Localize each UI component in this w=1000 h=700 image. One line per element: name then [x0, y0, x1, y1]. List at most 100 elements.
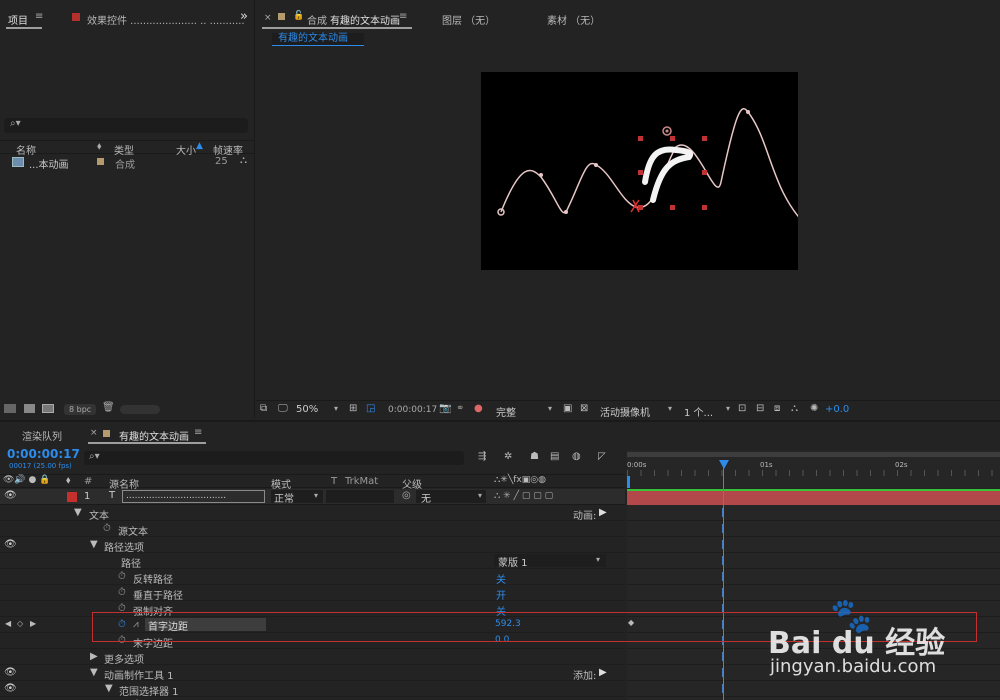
- stopwatch-icon[interactable]: ⏱: [103, 523, 111, 534]
- comp-tab-prefix[interactable]: 合成: [307, 12, 327, 27]
- work-area-bar[interactable]: [627, 452, 1000, 457]
- prev-keyframe-icon[interactable]: ◀: [5, 619, 11, 628]
- add-play-icon[interactable]: ▶: [599, 667, 607, 678]
- views-dropdown-icon[interactable]: ▾: [726, 404, 730, 413]
- comp-tab-menu-icon[interactable]: ≡: [399, 11, 407, 22]
- current-time[interactable]: 0:00:00:17: [7, 447, 80, 461]
- layer-duration-bar[interactable]: [627, 489, 1000, 505]
- transparency-grid-icon[interactable]: ⊠: [580, 403, 588, 414]
- thumbnail-size-slider[interactable]: [120, 405, 160, 414]
- tab-render-queue[interactable]: 渲染队列: [22, 428, 62, 443]
- tab-menu-icon[interactable]: ≡: [194, 427, 202, 438]
- close-tab-icon[interactable]: ×: [90, 428, 98, 438]
- project-search-input[interactable]: [30, 119, 240, 131]
- prop-range-selector-row[interactable]: 👁 ▼ 范围选择器 1: [0, 681, 625, 698]
- perpendicular-value[interactable]: 开: [496, 587, 506, 602]
- playhead-line[interactable]: [723, 464, 724, 700]
- panel-overflow-icon[interactable]: »: [240, 9, 248, 24]
- layer-row[interactable]: 👁 1 T ..................................…: [0, 489, 625, 505]
- project-search-box[interactable]: ⌕▾: [4, 118, 248, 133]
- add-keyframe-icon[interactable]: ◇: [17, 619, 23, 628]
- frame-blending-icon[interactable]: ▤: [550, 451, 559, 462]
- tab-effect-controls[interactable]: 效果控件 ..................... .. ..........…: [87, 12, 245, 27]
- draft-3d-icon[interactable]: ✲: [504, 451, 512, 462]
- snapshot-icon[interactable]: 📷: [439, 403, 451, 414]
- time-ruler[interactable]: 0:00s 01s 02s: [627, 450, 1000, 488]
- comp-mini-flowchart-icon[interactable]: ⇶: [478, 451, 486, 462]
- pickwhip-icon[interactable]: ◎: [402, 490, 411, 501]
- stopwatch-icon[interactable]: ⏱: [118, 571, 126, 582]
- prop-animator-row[interactable]: 👁 ▼ 动画制作工具 1 添加: ▶: [0, 665, 625, 682]
- motion-blur-icon[interactable]: ◍: [572, 451, 581, 462]
- channel-icon[interactable]: ●: [474, 403, 483, 414]
- tab-menu-icon[interactable]: ≡: [35, 11, 43, 22]
- timeline-toggle-icon[interactable]: ⧈: [774, 403, 780, 414]
- path-select[interactable]: 蒙版 1: [494, 554, 606, 569]
- project-item-row[interactable]: ...本动画 合成 25 ⛬: [0, 155, 255, 171]
- reverse-path-value[interactable]: 关: [496, 571, 506, 586]
- timeline-search-box[interactable]: ⌕▾: [84, 451, 464, 465]
- trash-icon[interactable]: 🗑: [102, 402, 115, 413]
- expand-arrow-icon[interactable]: ▼: [90, 667, 98, 678]
- flowchart-icon[interactable]: ⛬: [240, 155, 247, 166]
- expand-arrow-icon[interactable]: ▼: [74, 507, 82, 518]
- row-visibility-icon[interactable]: 👁: [4, 667, 17, 678]
- fast-preview-icon[interactable]: ⊟: [756, 403, 764, 414]
- playhead-handle[interactable]: [719, 460, 729, 469]
- viewer-timecode[interactable]: 0:00:00:17: [388, 405, 437, 415]
- tab-footage[interactable]: 素材 （无）: [547, 12, 600, 27]
- resolution-dropdown-icon[interactable]: ▾: [548, 404, 552, 413]
- prop-reverse-path-row[interactable]: ⏱ 反转路径 关: [0, 569, 625, 586]
- row-visibility-icon[interactable]: 👁: [4, 539, 17, 550]
- camera-dropdown-icon[interactable]: ▾: [668, 404, 672, 413]
- tab-project[interactable]: 项目: [8, 12, 28, 27]
- expand-arrow-icon[interactable]: ▼: [90, 539, 98, 550]
- collapse-arrow-icon[interactable]: ▶: [90, 651, 98, 662]
- views-select[interactable]: 1 个...: [684, 404, 713, 419]
- tab-layer[interactable]: 图层 （无）: [442, 12, 495, 27]
- bpc-button[interactable]: 8 bpc: [64, 404, 97, 415]
- close-tab-icon[interactable]: ×: [264, 13, 272, 23]
- layer-switch-boxes[interactable]: ⛬ ✳ ╱ ▢ ▢ ▢: [494, 491, 553, 501]
- row-visibility-icon[interactable]: 👁: [4, 683, 17, 694]
- comp-breadcrumb[interactable]: 有趣的文本动画: [272, 33, 364, 46]
- interpret-footage-icon[interactable]: [4, 404, 16, 413]
- reset-exposure-icon[interactable]: ✺: [810, 403, 818, 414]
- prop-path-options-row[interactable]: 👁 ▼ 路径选项: [0, 537, 625, 554]
- layer-label-color[interactable]: [67, 492, 77, 502]
- shy-layers-icon[interactable]: ☗: [530, 451, 539, 462]
- timeline-search-input[interactable]: [108, 452, 448, 464]
- trkmat-select[interactable]: [326, 490, 394, 503]
- resolution-select[interactable]: 完整: [496, 404, 516, 419]
- prop-path-row[interactable]: 路径 蒙版 1 ▾: [0, 553, 625, 570]
- mode-dropdown-icon[interactable]: ▾: [314, 491, 318, 500]
- layer-name-field[interactable]: ...................................: [122, 490, 265, 503]
- in-point-marker[interactable]: [627, 476, 630, 488]
- grid-icon[interactable]: ⊞: [349, 403, 357, 414]
- new-folder-icon[interactable]: [24, 404, 35, 413]
- new-comp-icon[interactable]: [42, 404, 54, 413]
- comp-canvas[interactable]: [481, 72, 798, 270]
- parent-dropdown-icon[interactable]: ▾: [478, 491, 482, 500]
- path-dropdown-icon[interactable]: ▾: [596, 555, 600, 564]
- add-menu[interactable]: 添加:: [573, 667, 596, 682]
- graph-editor-icon[interactable]: ◸: [598, 451, 606, 462]
- layer-visibility-icon[interactable]: 👁: [4, 490, 17, 501]
- tab-timeline-comp[interactable]: 有趣的文本动画: [119, 428, 189, 443]
- comp-tab-name[interactable]: 有趣的文本动画: [330, 12, 400, 27]
- camera-select[interactable]: 活动摄像机: [600, 404, 650, 419]
- lock-icon[interactable]: 🔓: [293, 11, 304, 21]
- next-keyframe-icon[interactable]: ▶: [30, 619, 36, 628]
- zoom-select[interactable]: 50%: [296, 404, 318, 415]
- prop-perpendicular-row[interactable]: ⏱ 垂直于路径 开: [0, 585, 625, 602]
- exposure-value[interactable]: +0.0: [825, 404, 849, 415]
- zoom-dropdown-icon[interactable]: ▾: [334, 404, 338, 413]
- always-preview-icon[interactable]: ⧉: [260, 403, 267, 414]
- prop-source-text-row[interactable]: ⏱ 源文本: [0, 521, 625, 538]
- prop-text-row[interactable]: ▼ 文本 动画: ▶: [0, 505, 625, 522]
- expand-arrow-icon[interactable]: ▼: [105, 683, 113, 694]
- toggle-pixel-icon[interactable]: ⊡: [738, 403, 746, 414]
- monitor-icon[interactable]: 🖵: [278, 403, 288, 414]
- parent-select[interactable]: 无: [416, 490, 486, 505]
- flowchart-view-icon[interactable]: ⛬: [791, 403, 798, 414]
